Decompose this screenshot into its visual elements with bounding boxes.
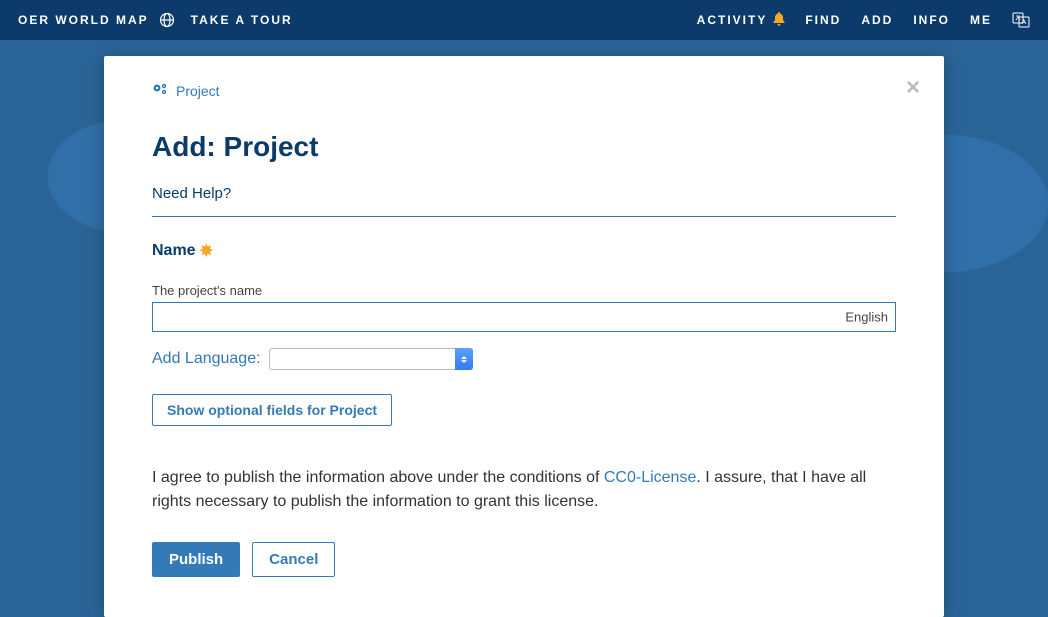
- nav-activity[interactable]: ACTIVITY: [697, 12, 786, 29]
- navbar-left: OER WORLD MAP TAKE A TOUR: [18, 12, 293, 28]
- cc0-license-link[interactable]: CC0-License: [604, 469, 696, 486]
- license-agreement-text: I agree to publish the information above…: [152, 466, 896, 514]
- need-help-link[interactable]: Need Help?: [152, 185, 231, 202]
- publish-button[interactable]: Publish: [152, 542, 240, 577]
- action-buttons: Publish Cancel: [152, 542, 896, 577]
- nav-add[interactable]: ADD: [861, 13, 893, 27]
- language-icon[interactable]: [1012, 11, 1030, 29]
- cancel-button[interactable]: Cancel: [252, 542, 335, 577]
- take-tour-link[interactable]: TAKE A TOUR: [191, 13, 293, 27]
- top-navbar: OER WORLD MAP TAKE A TOUR ACTIVITY FIND …: [0, 0, 1048, 40]
- agreement-prefix: I agree to publish the information above…: [152, 469, 604, 486]
- cogs-icon: [152, 82, 168, 99]
- required-star-icon: ✸: [200, 241, 213, 261]
- show-optional-fields-button[interactable]: Show optional fields for Project: [152, 394, 392, 426]
- language-select-wrap: [269, 348, 473, 370]
- nav-activity-label: ACTIVITY: [697, 13, 768, 27]
- brand-title[interactable]: OER WORLD MAP: [18, 13, 149, 27]
- name-field-label: Name ✸: [152, 241, 213, 261]
- nav-info[interactable]: INFO: [913, 13, 950, 27]
- bell-icon: [773, 12, 785, 29]
- name-input-wrap: English: [152, 302, 896, 332]
- nav-me[interactable]: ME: [970, 13, 992, 27]
- add-language-row: Add Language:: [152, 348, 896, 370]
- add-language-label: Add Language:: [152, 350, 261, 368]
- nav-find[interactable]: FIND: [805, 13, 841, 27]
- breadcrumb[interactable]: Project: [152, 82, 896, 99]
- close-icon[interactable]: ×: [906, 76, 920, 100]
- breadcrumb-label: Project: [176, 83, 220, 99]
- name-field-hint: The project's name: [152, 283, 896, 298]
- globe-icon: [159, 12, 175, 28]
- page-title: Add: Project: [152, 131, 896, 163]
- section-divider: [152, 216, 896, 217]
- add-project-modal: × Project Add: Project Need Help? Name ✸…: [104, 56, 944, 617]
- name-input[interactable]: [152, 302, 896, 332]
- navbar-right: ACTIVITY FIND ADD INFO ME: [697, 11, 1030, 29]
- name-label-text: Name: [152, 242, 196, 260]
- language-select[interactable]: [269, 348, 473, 370]
